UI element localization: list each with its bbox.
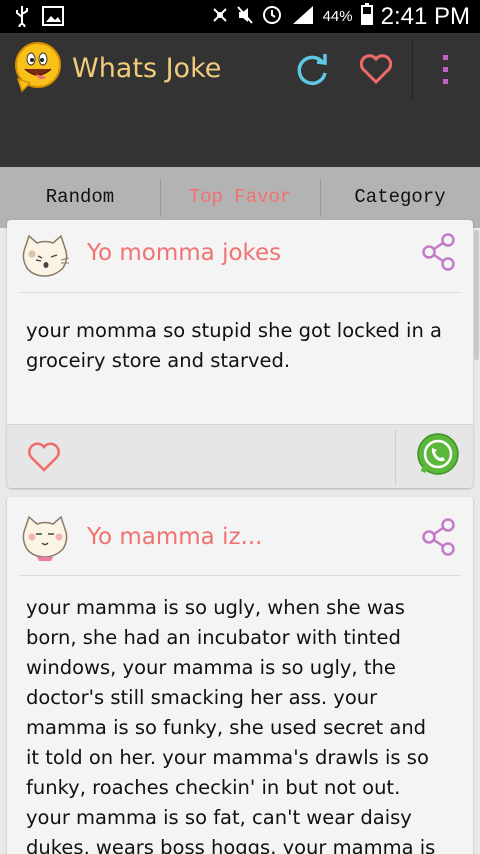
- cat-face-icon: [19, 234, 71, 280]
- whatsapp-icon[interactable]: [415, 432, 461, 478]
- app-bar: Whats Joke: [0, 33, 480, 167]
- joke-text: your mamma is so ugly, when she was born…: [26, 596, 436, 854]
- mute-icon: [236, 4, 253, 30]
- scrollbar[interactable]: [474, 230, 479, 360]
- card-divider: [19, 575, 461, 576]
- tab-random[interactable]: Random: [0, 167, 160, 228]
- alarm-icon: [261, 3, 283, 31]
- card-divider: [19, 292, 461, 293]
- status-bar: 44% 2:41 PM: [0, 0, 480, 33]
- share-icon[interactable]: [421, 517, 457, 557]
- usb-icon: [14, 5, 30, 33]
- joke-title: Yo momma jokes: [87, 240, 282, 266]
- joke-title: Yo mamma iz...: [87, 524, 263, 550]
- favorite-heart-icon[interactable]: [356, 49, 396, 89]
- clock: 2:41 PM: [380, 3, 470, 30]
- appbar-divider: [412, 39, 413, 101]
- tab-top-favor[interactable]: Top Favor: [160, 167, 320, 228]
- image-icon: [42, 6, 64, 32]
- card-footer: [7, 424, 473, 488]
- tab-bar: Random Top Favor Category: [0, 167, 480, 228]
- nfc-icon: [211, 4, 229, 30]
- tab-category[interactable]: Category: [320, 167, 480, 228]
- share-icon[interactable]: [421, 232, 457, 272]
- joke-text: your momma so stupid she got locked in a…: [26, 319, 442, 372]
- app-title: Whats Joke: [72, 53, 222, 84]
- cat-face-icon: [19, 515, 71, 561]
- footer-divider: [395, 429, 396, 485]
- signal-icon: [291, 4, 315, 30]
- overflow-menu-icon[interactable]: [432, 49, 460, 89]
- heart-outline-icon[interactable]: [27, 441, 61, 473]
- battery-percent: 44%: [322, 8, 353, 25]
- refresh-icon[interactable]: [292, 49, 332, 89]
- smiley-face-icon: [12, 41, 64, 93]
- battery-icon: [360, 3, 373, 31]
- joke-card: Yo mamma iz... your mamma is so ugly, wh…: [7, 497, 473, 854]
- joke-card: Yo momma jokes your momma so stupid she …: [7, 220, 473, 488]
